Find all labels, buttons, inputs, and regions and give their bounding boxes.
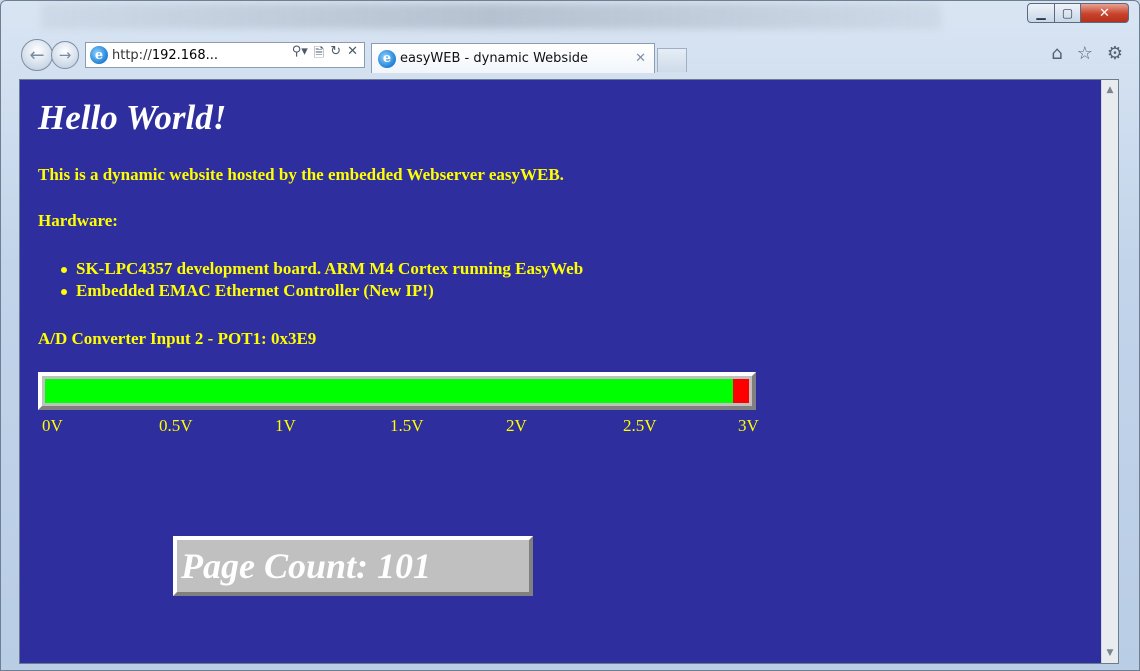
web-page: Hello World! This is a dynamic website h… (20, 80, 1102, 663)
window-controls: ▁ ▢ ✕ (1027, 3, 1129, 23)
meter-fill (45, 379, 733, 403)
browser-window: ▁ ▢ ✕ ← → e http://192.168... ⚲▾ 🗎 ↻ ✕ e… (0, 0, 1140, 671)
search-dropdown-icon[interactable]: ⚲▾ (292, 44, 308, 66)
new-tab-button[interactable] (657, 48, 687, 72)
scale-tick: 3V (738, 416, 759, 435)
home-icon[interactable]: ⌂ (1051, 43, 1062, 64)
address-bar[interactable]: e http://192.168... ⚲▾ 🗎 ↻ ✕ (85, 42, 365, 68)
compatibility-view-icon[interactable]: 🗎 (314, 44, 324, 66)
adc-meter (38, 372, 756, 410)
scale-tick: 0V (42, 416, 63, 435)
favorites-star-icon[interactable]: ☆ (1077, 43, 1093, 64)
back-button[interactable]: ← (21, 39, 53, 71)
maximize-button[interactable]: ▢ (1055, 3, 1081, 23)
stop-icon[interactable]: ✕ (347, 44, 358, 66)
adc-label: A/D Converter Input 2 - POT1: 0x3E9 (38, 329, 317, 348)
scroll-up-icon[interactable]: ▲ (1102, 82, 1118, 98)
minimize-button[interactable]: ▁ (1027, 3, 1055, 23)
url-text[interactable]: http://192.168... (112, 48, 292, 63)
ie-page-icon: e (90, 46, 108, 64)
page-viewport: Hello World! This is a dynamic website h… (19, 79, 1119, 664)
title-bar (41, 3, 941, 29)
hardware-heading: Hardware: (38, 211, 118, 230)
scale-tick: 0.5V (159, 416, 193, 435)
hardware-list: SK-LPC4357 development board. ARM M4 Cor… (60, 258, 584, 302)
scale-tick: 1.5V (390, 416, 424, 435)
tab-close-icon[interactable]: ✕ (627, 51, 654, 66)
close-window-button[interactable]: ✕ (1081, 3, 1129, 23)
list-item: Embedded EMAC Ethernet Controller (New I… (60, 280, 583, 302)
scale-tick: 1V (275, 416, 296, 435)
voltage-scale: 0V 0.5V 1V 1.5V 2V 2.5V 3V (20, 416, 780, 438)
scroll-down-icon[interactable]: ▼ (1102, 645, 1118, 661)
tab-title: easyWEB - dynamic Webside (400, 51, 589, 66)
navigation-bar: ← → e http://192.168... ⚲▾ 🗎 ↻ ✕ e easyW… (21, 37, 687, 73)
refresh-icon[interactable]: ↻ (330, 44, 341, 66)
list-item: SK-LPC4357 development board. ARM M4 Cor… (60, 259, 584, 278)
tab-easyweb[interactable]: e easyWEB - dynamic Webside ✕ (371, 43, 655, 73)
page-count-box: Page Count: 101 (173, 536, 533, 596)
scale-tick: 2V (506, 416, 527, 435)
intro-text: This is a dynamic website hosted by the … (38, 165, 564, 184)
page-heading: Hello World! (38, 98, 227, 137)
vertical-scrollbar[interactable]: ▲ ▼ (1101, 80, 1118, 663)
tools-gear-icon[interactable]: ⚙ (1107, 43, 1123, 64)
browser-toolbar-icons: ⌂ ☆ ⚙ (1051, 43, 1123, 64)
tab-favicon-icon: e (378, 49, 396, 68)
forward-button[interactable]: → (51, 41, 79, 69)
meter-track (45, 379, 749, 403)
scale-tick: 2.5V (623, 416, 657, 435)
